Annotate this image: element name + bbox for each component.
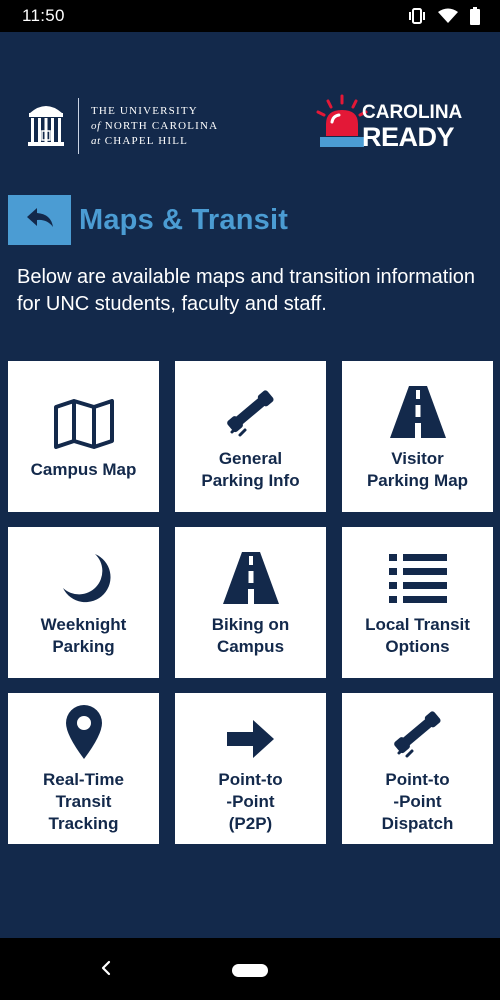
tile-label: Local Transit Options <box>365 614 470 656</box>
tile-label: General Parking Info <box>201 448 300 490</box>
tile-weeknight-parking[interactable]: Weeknight Parking <box>8 527 159 678</box>
road-icon <box>221 551 281 604</box>
unc-logo: THE UNIVERSITY of NORTH CAROLINA at CHAP… <box>26 98 218 154</box>
tile-label: Real-Time Transit Tracking <box>43 769 124 833</box>
tile-label: Biking on Campus <box>211 614 290 656</box>
reply-arrow-icon <box>25 206 55 235</box>
title-row: Maps & Transit <box>8 195 288 245</box>
tile-general-parking-info[interactable]: General Parking Info <box>175 361 326 512</box>
unc-line-1: THE UNIVERSITY <box>91 104 198 117</box>
tile-local-transit-options[interactable]: Local Transit Options <box>342 527 493 678</box>
tile-grid: Campus Map General Parking Info Visitor … <box>8 361 493 844</box>
header: THE UNIVERSITY of NORTH CAROLINA at CHAP… <box>0 32 500 222</box>
carolina-ready-text: CAROLINA READY <box>362 102 463 152</box>
carolina-ready-line-1: CAROLINA <box>362 102 463 123</box>
phone-icon <box>223 386 279 438</box>
tile-point-to-point-dispatch[interactable]: Point-to -Point Dispatch <box>342 693 493 844</box>
app-screen: THE UNIVERSITY of NORTH CAROLINA at CHAP… <box>0 32 500 938</box>
status-time: 11:50 <box>22 6 65 25</box>
status-bar: 11:50 <box>0 0 500 32</box>
list-icon <box>388 553 447 604</box>
tile-label: Campus Map <box>30 459 137 479</box>
unc-line-3: at CHAPEL HILL <box>91 134 189 147</box>
system-nav-bar <box>0 938 500 1000</box>
tile-point-to-point-p2p[interactable]: Point-to -Point (P2P) <box>175 693 326 844</box>
vibrate-icon <box>408 8 426 24</box>
old-well-icon <box>26 99 66 154</box>
road-icon <box>388 385 448 438</box>
tile-label: Visitor Parking Map <box>366 448 469 490</box>
battery-icon <box>470 7 480 25</box>
unc-line-2: of NORTH CAROLINA <box>91 119 219 132</box>
wifi-icon <box>438 8 458 24</box>
logo-divider <box>78 98 79 154</box>
phone-icon <box>390 707 446 759</box>
page-title: Maps & Transit <box>79 203 289 236</box>
status-icons <box>408 7 480 25</box>
tile-biking-on-campus[interactable]: Biking on Campus <box>175 527 326 678</box>
carolina-ready-logo: CAROLINA READY <box>310 92 475 156</box>
carolina-ready-line-2: READY <box>362 122 455 152</box>
arrow-right-icon <box>226 719 275 759</box>
nav-back-icon[interactable] <box>100 960 112 981</box>
tile-label: Point-to -Point (P2P) <box>218 769 283 833</box>
tile-real-time-transit-tracking[interactable]: Real-Time Transit Tracking <box>8 693 159 844</box>
intro-text: Below are available maps and transition … <box>17 266 476 315</box>
back-button[interactable] <box>8 195 71 245</box>
nav-home-pill[interactable] <box>232 964 268 977</box>
tile-label: Point-to -Point Dispatch <box>381 769 454 833</box>
tile-label: Weeknight Parking <box>40 614 127 656</box>
unc-wordmark: THE UNIVERSITY of NORTH CAROLINA at CHAP… <box>91 104 218 149</box>
map-icon <box>53 398 115 449</box>
moon-icon <box>57 552 111 604</box>
map-marker-icon <box>65 704 102 759</box>
tile-visitor-parking-map[interactable]: Visitor Parking Map <box>342 361 493 512</box>
tile-campus-map[interactable]: Campus Map <box>8 361 159 512</box>
